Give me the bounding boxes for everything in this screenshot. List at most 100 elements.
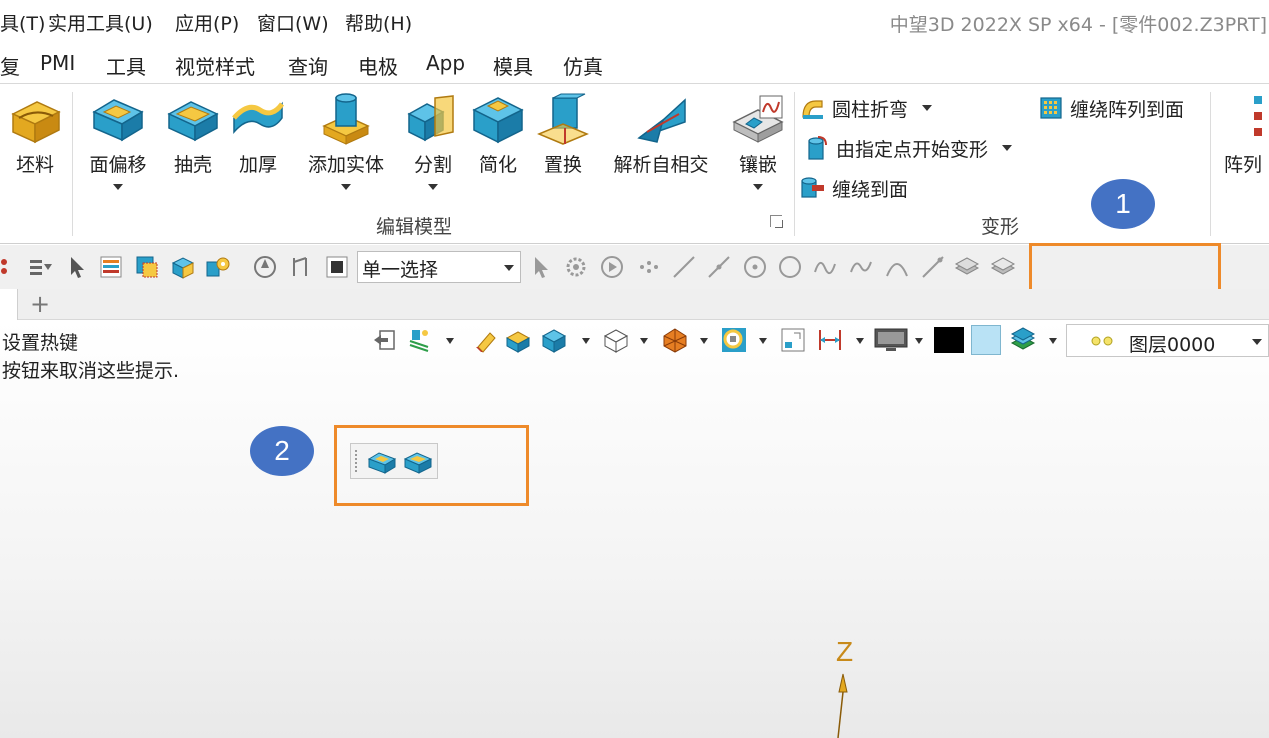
wrap-pattern-to-face-button[interactable]: 缠绕阵列到面 — [1038, 92, 1184, 124]
add-solid-button[interactable]: 添加实体 — [298, 84, 394, 214]
chevron-down-icon[interactable] — [753, 184, 763, 190]
add-tab-button[interactable]: + — [30, 290, 50, 318]
face-offset-icon — [92, 99, 144, 142]
wrap-to-face-button[interactable]: 缠绕到面 — [800, 172, 908, 204]
shaded-icon[interactable] — [505, 327, 531, 353]
point-icon[interactable] — [636, 254, 662, 280]
menu-application[interactable]: 应用(P) — [175, 9, 239, 36]
array-button[interactable]: 阵列 — [1216, 84, 1269, 214]
select-part-icon[interactable] — [134, 254, 160, 280]
simplify-button[interactable]: 简化 — [466, 84, 530, 214]
line-icon[interactable] — [671, 254, 697, 280]
replace-button[interactable]: 置换 — [532, 84, 594, 214]
separator — [72, 92, 73, 236]
tab-simulation[interactable]: 仿真 — [563, 51, 603, 80]
shape-icon[interactable] — [990, 254, 1016, 280]
chevron-down-icon[interactable] — [759, 338, 767, 344]
filter-list-icon[interactable] — [28, 254, 54, 280]
component-icon[interactable] — [170, 254, 196, 280]
color-swatch-black[interactable] — [934, 327, 964, 353]
selection-mode-dropdown[interactable]: 单一选择 — [357, 251, 521, 283]
split-button[interactable]: 分割 — [402, 84, 464, 214]
eraser-icon[interactable] — [472, 327, 498, 353]
replace-icon — [537, 93, 589, 145]
chevron-down-icon[interactable] — [341, 184, 351, 190]
monitor-icon[interactable] — [874, 327, 908, 353]
layer-dropdown[interactable]: 图层0000 — [1066, 324, 1269, 357]
deform-from-point-button[interactable]: 由指定点开始变形 — [804, 132, 1013, 164]
chevron-down-icon[interactable] — [1049, 338, 1057, 344]
chevron-down-icon[interactable] — [915, 338, 923, 344]
chevron-down-icon[interactable] — [700, 338, 708, 344]
layers-icon[interactable] — [1010, 327, 1036, 353]
render-mode-icon[interactable] — [662, 327, 688, 353]
color-swatch-light-blue[interactable] — [971, 325, 1001, 355]
document-tab[interactable] — [0, 289, 18, 320]
solid-view-icon[interactable] — [541, 327, 567, 353]
tab-query[interactable]: 查询 — [288, 51, 328, 80]
inlay-button[interactable]: 镶嵌 — [726, 84, 790, 214]
menu-utilities[interactable]: 实用工具(U) — [48, 9, 153, 36]
shell-label: 抽壳 — [173, 154, 212, 176]
menu-help[interactable]: 帮助(H) — [345, 9, 412, 36]
edge-icon[interactable] — [920, 254, 946, 280]
chevron-down-icon[interactable] — [446, 338, 454, 344]
pick-through-icon[interactable] — [288, 254, 314, 280]
spline-icon[interactable] — [812, 254, 838, 280]
tab-repair[interactable]: 复 — [0, 51, 20, 80]
tab-mold[interactable]: 模具 — [493, 51, 533, 80]
zoom-fit-icon[interactable] — [721, 327, 747, 353]
chevron-down-icon[interactable] — [504, 265, 514, 271]
chevron-down-icon[interactable] — [922, 105, 933, 111]
lightbulb-icon — [1091, 336, 1113, 346]
curve-icon[interactable] — [848, 254, 874, 280]
tab-pmi[interactable]: PMI — [40, 51, 75, 75]
thicken-icon — [232, 101, 285, 134]
chevron-down-icon[interactable] — [1252, 339, 1262, 345]
tab-tools[interactable]: 工具 — [106, 51, 146, 80]
play-icon[interactable] — [599, 254, 625, 280]
view-frame-icon[interactable] — [780, 327, 806, 353]
graphics-viewport[interactable]: 设置热键 按钮来取消这些提示. 图层0000 2 Z — [0, 320, 1269, 738]
tab-electrode[interactable]: 电极 — [358, 51, 398, 80]
wireframe-icon[interactable] — [603, 327, 629, 353]
deform-from-point-label: 由指定点开始变形 — [836, 138, 989, 161]
menu-window[interactable]: 窗口(W) — [257, 9, 329, 36]
hint-line-1: 设置热键 — [2, 332, 79, 354]
circle-icon[interactable] — [777, 254, 803, 280]
dimension-icon[interactable] — [817, 327, 843, 353]
exit-icon[interactable] — [372, 327, 398, 353]
chevron-down-icon[interactable] — [856, 338, 864, 344]
face-icon[interactable] — [954, 254, 980, 280]
chevron-down-icon[interactable] — [113, 184, 123, 190]
chevron-down-icon[interactable] — [428, 184, 438, 190]
dialog-launcher-icon[interactable] — [770, 215, 783, 228]
rotate-view-icon[interactable] — [252, 254, 278, 280]
tab-visual-style[interactable]: 视觉样式 — [175, 51, 255, 80]
settings-icon[interactable] — [205, 254, 231, 280]
stock-button[interactable]: 坯料 — [0, 84, 70, 214]
center-icon[interactable] — [742, 254, 768, 280]
resolve-self-intersection-button[interactable]: 解析自相交 — [600, 84, 722, 214]
menu-tools[interactable]: 具(T) — [0, 9, 45, 36]
tab-app[interactable]: App — [426, 51, 465, 75]
chevron-down-icon[interactable] — [1002, 145, 1013, 151]
cylinder-bend-button[interactable]: 圆柱折弯 — [800, 92, 933, 124]
highlight-box-2 — [334, 425, 529, 506]
face-offset-button[interactable]: 面偏移 — [80, 84, 156, 214]
chevron-down-icon[interactable] — [582, 338, 590, 344]
thicken-button[interactable]: 加厚 — [226, 84, 290, 214]
stop-icon[interactable] — [324, 254, 350, 280]
chevron-down-icon[interactable] — [640, 338, 648, 344]
select-cursor-icon[interactable] — [528, 254, 554, 280]
arc-icon[interactable] — [884, 254, 910, 280]
display-icon[interactable] — [406, 327, 432, 353]
shell-button[interactable]: 抽壳 — [160, 84, 226, 214]
document-tab-strip: + — [0, 289, 1269, 320]
gear-icon[interactable] — [563, 254, 589, 280]
cursor-icon[interactable] — [64, 254, 90, 280]
filter-icon[interactable] — [0, 254, 14, 280]
midpoint-icon[interactable] — [706, 254, 732, 280]
split-icon — [407, 95, 454, 142]
layer-list-icon[interactable] — [98, 254, 124, 280]
